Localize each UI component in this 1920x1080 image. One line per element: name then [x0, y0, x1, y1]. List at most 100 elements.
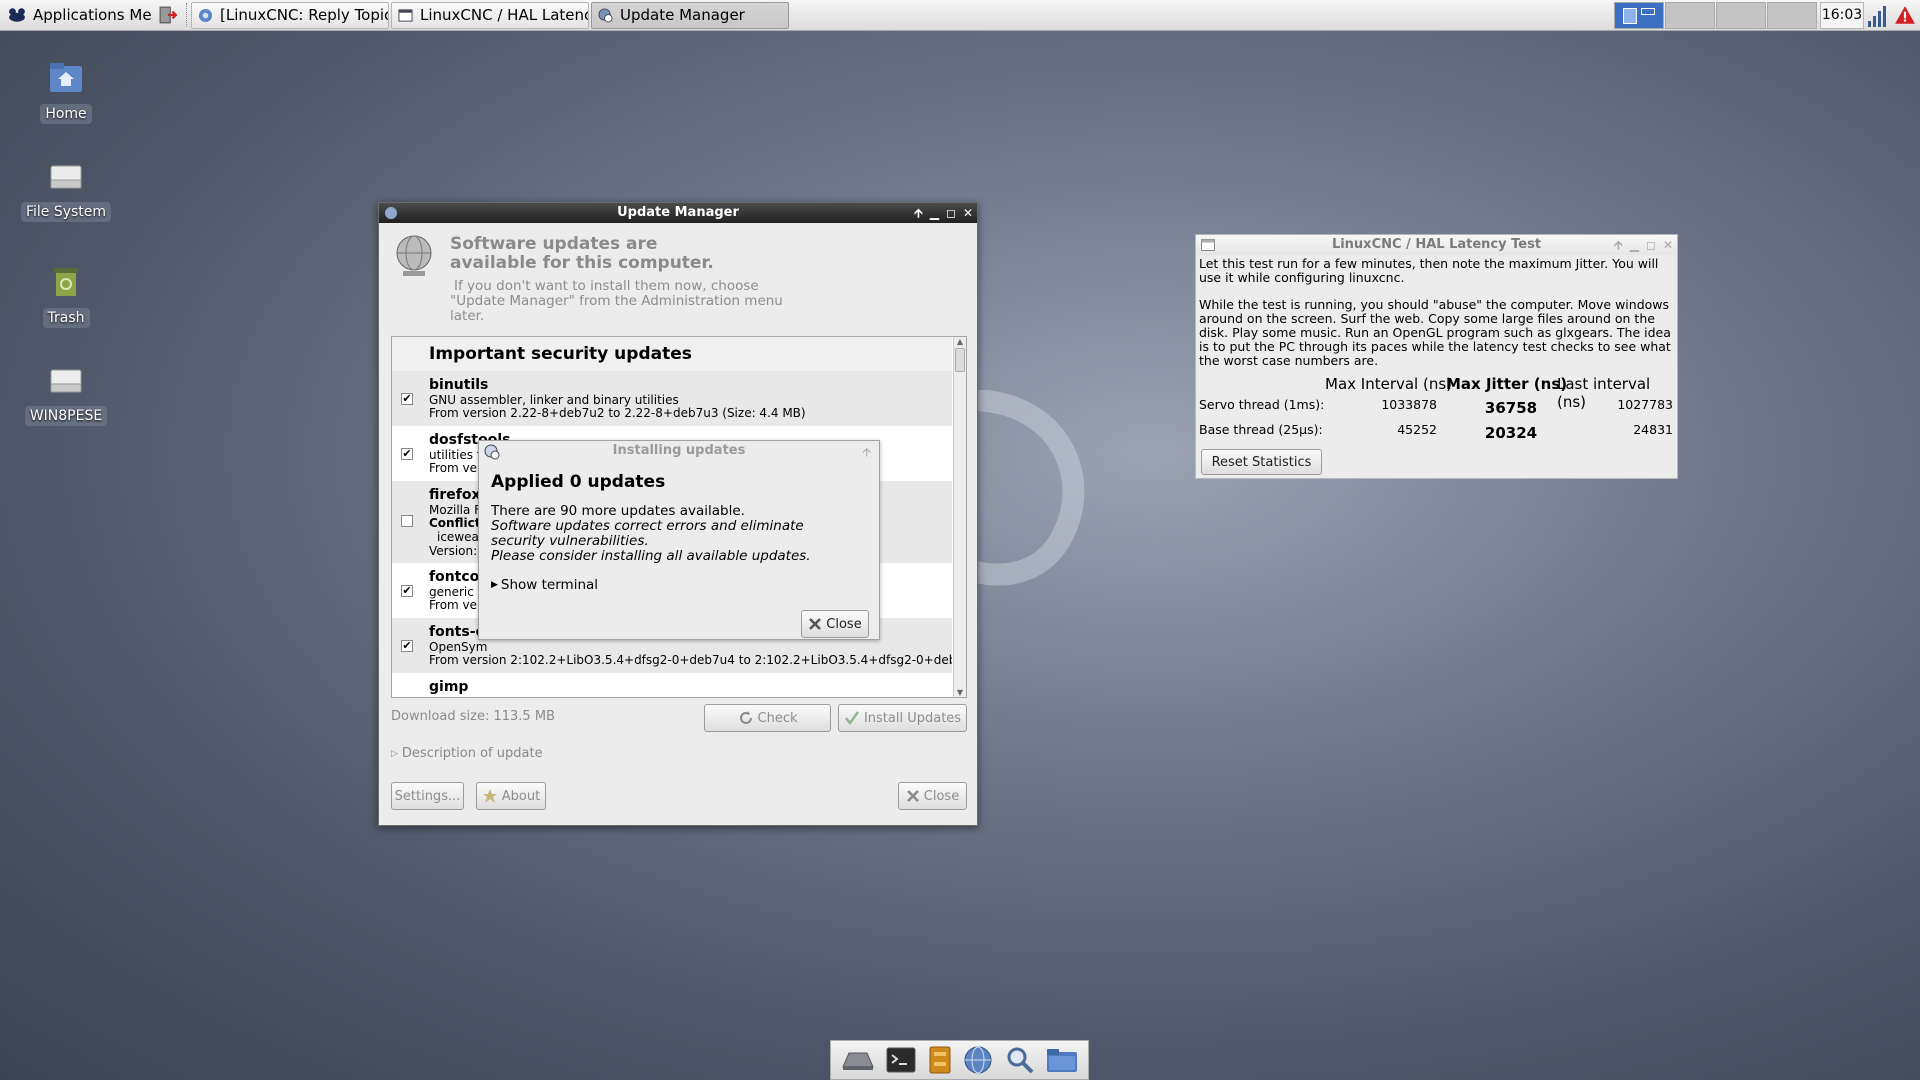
- close-x-icon: [906, 790, 919, 802]
- desktop-icon-label: Home: [40, 104, 92, 124]
- servo-max-jitter: 36758: [1484, 399, 1538, 417]
- globe-update-icon: [396, 235, 432, 276]
- minimize-button[interactable]: ▁: [1630, 235, 1639, 255]
- mouse-logo-icon: [9, 8, 25, 22]
- list-scrollbar[interactable]: ▲ ▼: [953, 337, 966, 697]
- desktop-icon-home[interactable]: Home: [16, 60, 116, 124]
- check-button-label: Check: [757, 710, 798, 726]
- network-icon[interactable]: [1868, 3, 1890, 27]
- desktop-icon-trash[interactable]: Trash: [16, 264, 116, 328]
- base-label: Base thread (25µs):: [1199, 422, 1323, 437]
- clock[interactable]: 16:03: [1820, 1, 1864, 29]
- window-title: LinuxCNC / HAL Latency Test: [1331, 237, 1542, 252]
- task-forum-reply[interactable]: [LinuxCNC: Reply Topic: ...: [191, 1, 389, 29]
- header-max-interval: Max Interval (ns): [1325, 375, 1453, 393]
- maximize-button[interactable]: ◻: [1646, 235, 1656, 255]
- shade-button[interactable]: 🡩: [1614, 235, 1623, 255]
- file-manager-cabinet-icon[interactable]: [928, 1046, 952, 1074]
- update-checkbox[interactable]: ✔: [401, 393, 413, 405]
- title-bar[interactable]: Update Manager 🡩 ▁ ◻ ✕: [379, 203, 977, 223]
- folder-icon[interactable]: [1046, 1047, 1078, 1073]
- description-expander[interactable]: ▷ Description of update: [391, 746, 543, 761]
- task-label: [LinuxCNC: Reply Topic: ...: [220, 6, 388, 24]
- instructions-2: While the test is running, you should "a…: [1199, 297, 1671, 368]
- dialog-message: There are 90 more updates available. Sof…: [491, 504, 871, 564]
- dialog-close-label: Close: [826, 616, 862, 632]
- top-panel: Applications Menu [LinuxCNC: Reply Topic…: [0, 0, 1920, 31]
- list-item[interactable]: ✔ binutils GNU assembler, linker and bin…: [392, 371, 952, 426]
- servo-label: Servo thread (1ms):: [1199, 397, 1325, 412]
- about-label: About: [501, 788, 541, 804]
- description-label: Description of update: [401, 746, 543, 761]
- refresh-icon: [739, 711, 752, 724]
- list-item[interactable]: gimp: [392, 673, 952, 697]
- window-menu-icon[interactable]: [384, 206, 398, 220]
- trash-icon: [54, 268, 78, 296]
- desktop-icon-label: File System: [20, 202, 112, 222]
- terminal-icon[interactable]: [886, 1047, 916, 1073]
- workspace-1[interactable]: [1614, 1, 1664, 29]
- download-size: Download size: 113.5 MB: [391, 709, 555, 724]
- reset-statistics-button[interactable]: Reset Statistics: [1201, 449, 1322, 475]
- update-heading: Software updates are available for this …: [450, 234, 714, 273]
- section-title: Important security updates: [429, 344, 692, 364]
- expander-arrow-icon: ▶: [491, 580, 498, 590]
- workspace-4[interactable]: [1767, 1, 1817, 29]
- dialog-title: Installing updates: [612, 443, 746, 458]
- check-button[interactable]: Check: [704, 704, 831, 732]
- maximize-button[interactable]: ◻: [946, 203, 956, 223]
- logout-launcher[interactable]: [152, 1, 184, 30]
- task-update-manager[interactable]: Update Manager: [591, 1, 789, 29]
- task-latency-test[interactable]: LinuxCNC / HAL Latency...: [391, 1, 589, 29]
- workspace-2[interactable]: [1665, 1, 1715, 29]
- package-desc: OpenSym: [429, 640, 488, 654]
- install-updates-button[interactable]: Install Updates: [838, 704, 967, 732]
- message-line: There are 90 more updates available.: [491, 503, 745, 519]
- window-title: Update Manager: [617, 205, 739, 220]
- shade-button[interactable]: 🡩: [862, 443, 871, 464]
- message-line: Software updates correct errors and elim…: [491, 518, 804, 534]
- logout-icon: [159, 6, 177, 24]
- update-manager-icon[interactable]: [484, 444, 500, 460]
- scrollbar-thumb[interactable]: [955, 348, 965, 372]
- update-checkbox[interactable]: ✔: [401, 640, 413, 652]
- minimize-button[interactable]: ▁: [930, 203, 939, 223]
- update-subtext: If you don't want to install them now, c…: [450, 278, 783, 324]
- about-star-icon: [482, 789, 497, 803]
- close-button[interactable]: Close: [898, 782, 967, 810]
- window-menu-icon[interactable]: [1201, 239, 1215, 251]
- about-button[interactable]: About: [476, 782, 546, 810]
- window-icon: [398, 8, 413, 22]
- latency-test-window: LinuxCNC / HAL Latency Test 🡩 ▁ ◻ ✕ Let thi…: [1195, 234, 1678, 479]
- web-browser-icon[interactable]: [963, 1045, 993, 1075]
- base-last-interval: 24831: [1633, 422, 1673, 437]
- warning-icon[interactable]: [1894, 5, 1916, 25]
- close-window-button[interactable]: ✕: [1663, 235, 1673, 255]
- search-icon[interactable]: [1005, 1045, 1035, 1075]
- reset-label: Reset Statistics: [1211, 454, 1312, 470]
- package-desc: utilities f: [429, 448, 482, 462]
- package-version: From version 2.22-8+deb7u2 to 2.22-8+deb…: [429, 406, 806, 420]
- servo-last-interval: 1027783: [1617, 397, 1673, 412]
- title-bar[interactable]: LinuxCNC / HAL Latency Test 🡩 ▁ ◻ ✕: [1196, 235, 1677, 255]
- close-window-button[interactable]: ✕: [963, 203, 973, 223]
- desktop-icon-win8pese[interactable]: WIN8PESE: [16, 366, 116, 426]
- show-desktop-icon[interactable]: [841, 1049, 875, 1071]
- update-checkbox[interactable]: [401, 515, 413, 527]
- applications-menu[interactable]: Applications Menu: [0, 1, 152, 30]
- show-terminal-expander[interactable]: ▶ Show terminal: [491, 577, 598, 593]
- servo-max-interval: 1033878: [1381, 397, 1437, 412]
- package-name: firefox: [429, 487, 481, 503]
- dialog-close-button[interactable]: Close: [801, 610, 869, 638]
- update-checkbox[interactable]: ✔: [401, 448, 413, 460]
- package-name: binutils: [429, 377, 489, 393]
- package-version: Version:: [429, 544, 478, 558]
- message-line: Please consider installing all available…: [491, 548, 811, 564]
- settings-label: Settings...: [394, 788, 461, 804]
- shade-button[interactable]: 🡩: [914, 203, 923, 223]
- update-checkbox[interactable]: ✔: [401, 585, 413, 597]
- workspace-3[interactable]: [1716, 1, 1766, 29]
- package-desc: generic f: [429, 585, 482, 599]
- settings-button[interactable]: Settings...: [391, 782, 464, 810]
- desktop-icon-filesystem[interactable]: File System: [16, 162, 116, 222]
